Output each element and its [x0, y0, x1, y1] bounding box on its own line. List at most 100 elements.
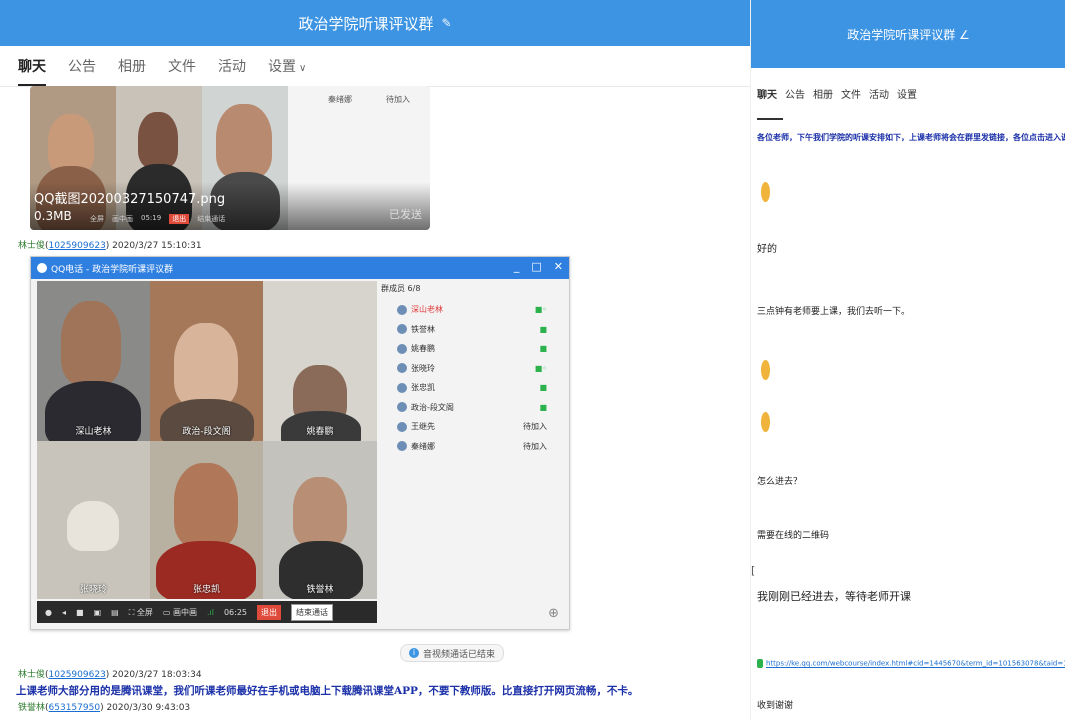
screenshot-image-message[interactable]: 秦绪娜 待加入 全屏 画中画 05:19 退出 结束通话 QQ截图2020032… — [30, 86, 430, 230]
exit-button[interactable]: 退出 — [257, 604, 282, 620]
member-name: 张晓玲 — [411, 363, 435, 373]
video-tile: 张晓玲 — [37, 441, 150, 599]
video-tile: 张忠凯 — [150, 441, 263, 599]
main-chat-panel: 政治学院听课评议群 ✎ 聊天 公告 相册 文件 活动 设置 ∨ 秦绪娜 待加入 全… — [0, 0, 750, 720]
tab-settings-label: 设置 — [268, 59, 296, 75]
secondary-tab-album[interactable]: 相册 — [813, 86, 833, 101]
member-name: 铁誉林 — [411, 324, 435, 334]
video-tile: 政治-段文阁 — [150, 281, 263, 441]
avatar — [397, 402, 407, 413]
sender-name[interactable]: 林士俊 — [18, 241, 45, 251]
minimize-icon[interactable]: _ — [514, 260, 520, 273]
tab-chat[interactable]: 聊天 — [18, 56, 46, 86]
video-on-icon: ■ — [539, 383, 547, 393]
tab-announcement[interactable]: 公告 — [68, 56, 96, 76]
secondary-link[interactable]: https://ke.qq.com/webcourse/index.html#c… — [757, 659, 1065, 668]
secondary-tab-files[interactable]: 文件 — [841, 86, 861, 101]
signal-icon: .ıl — [206, 607, 214, 617]
secondary-tab-underline — [757, 118, 783, 120]
secondary-tab-activity[interactable]: 活动 — [869, 86, 889, 101]
mini-timer: 05:19 — [141, 214, 162, 222]
sender-qq-link[interactable]: 653157950 — [49, 703, 101, 713]
member-row[interactable]: 深山老林 ■◦ — [381, 300, 561, 320]
video-tile: 姚春鹏 — [263, 281, 377, 441]
screen-share-icon[interactable]: ▣ — [94, 608, 102, 617]
call-timer: 06:25 — [223, 607, 248, 617]
sent-status: 已发送 — [389, 208, 422, 221]
side-member-name: 秦绪娜 — [328, 95, 352, 104]
video-on-icon: ■ — [539, 402, 547, 412]
speaker-icon[interactable]: ◂ — [62, 608, 66, 617]
emoji-icon — [761, 412, 770, 432]
pip-button[interactable]: ▭ 画中画 — [163, 607, 197, 618]
group-title-bar: 政治学院听课评议群 ✎ — [0, 0, 750, 46]
whiteboard-icon[interactable]: ▤ — [111, 608, 119, 617]
member-name: 政治-段文阁 — [411, 402, 454, 412]
emoji-icon — [761, 182, 770, 202]
video-tile-label: 政治-段文阁 — [182, 427, 231, 437]
member-row[interactable]: 秦绪娜 待加入 — [381, 437, 561, 457]
video-on-icon: ■ — [539, 324, 547, 334]
secondary-tab-announcement[interactable]: 公告 — [785, 86, 805, 101]
maximize-icon[interactable]: □ — [531, 260, 541, 273]
link-icon — [757, 659, 763, 668]
call-member-list: 群成员 6/8 深山老林 ■◦ 铁誉林 ■ 姚春鹏 ■ 张晓玲 ■◦ 张忠凯 ■ 政治-段… — [381, 283, 561, 456]
secondary-tab-settings[interactable]: 设置 — [897, 86, 917, 101]
message-meta-2: 林士俊(1025909623) 2020/3/27 18:03:34 — [18, 670, 202, 680]
side-member-status: 待加入 — [386, 95, 410, 104]
fullscreen-label: 全屏 — [136, 607, 153, 617]
end-call-button[interactable]: 结束通话 — [291, 603, 334, 621]
secondary-tabs: 聊天 公告 相册 文件 活动 设置 — [757, 86, 917, 101]
qq-call-window-image[interactable]: QQ电话 - 政治学院听课评议群 _ □ ✕ 深山老林 政治-段文阁 姚春鹏 张… — [30, 256, 570, 630]
member-row[interactable]: 王继先 待加入 — [381, 417, 561, 437]
member-row[interactable]: 张晓玲 ■◦ — [381, 359, 561, 379]
zoom-icon[interactable]: ⊕ — [548, 606, 559, 621]
secondary-title-bar: 政治学院听课评议群 ∠ — [751, 0, 1065, 68]
message-meta-1: 林士俊(1025909623) 2020/3/27 15:10:31 — [18, 241, 202, 251]
member-row[interactable]: 姚春鹏 ■ — [381, 339, 561, 359]
mini-call-toolbar: 全屏 画中画 05:19 退出 结束通话 — [90, 214, 225, 224]
group-title: 政治学院听课评议群 — [298, 14, 434, 33]
file-name: QQ截图20200327150747.png — [34, 192, 226, 207]
member-name: 姚春鹏 — [411, 344, 435, 354]
chevron-down-icon: ∨ — [299, 63, 307, 74]
camera-icon[interactable]: ■ — [76, 608, 84, 617]
group-tabs: 聊天 公告 相册 文件 活动 设置 ∨ — [0, 46, 750, 87]
sender-name[interactable]: 铁誉林 — [18, 703, 45, 713]
tab-album[interactable]: 相册 — [118, 56, 146, 76]
mini-exit: 退出 — [169, 214, 190, 224]
microphone-icon[interactable]: ● — [45, 608, 52, 617]
tab-settings[interactable]: 设置 ∨ — [268, 56, 306, 76]
message-time: 2020/3/30 9:43:03 — [106, 703, 191, 713]
video-tile: 深山老林 — [37, 281, 150, 441]
video-tile-label: 张忠凯 — [192, 585, 220, 595]
secondary-tab-chat[interactable]: 聊天 — [757, 86, 777, 101]
member-row[interactable]: 张忠凯 ■ — [381, 378, 561, 398]
left-bracket-icon: [ — [751, 564, 756, 577]
sender-qq-link[interactable]: 1025909623 — [49, 241, 106, 251]
tab-activity[interactable]: 活动 — [218, 56, 246, 76]
message-time: 2020/3/27 18:03:34 — [112, 670, 202, 680]
video-on-icon: ■◦ — [534, 305, 547, 315]
avatar — [397, 304, 407, 315]
edit-pen-icon[interactable]: ✎ — [441, 16, 451, 30]
tab-files[interactable]: 文件 — [168, 56, 196, 76]
member-name: 秦绪娜 — [411, 441, 435, 451]
close-icon[interactable]: ✕ — [554, 260, 563, 273]
member-status: 待加入 — [523, 422, 547, 432]
secondary-message-text: 好的 — [757, 244, 777, 255]
avatar — [397, 324, 407, 335]
member-row[interactable]: 政治-段文阁 ■ — [381, 398, 561, 418]
secondary-message-text: 我刚刚已经进去，等待老师开课 — [757, 590, 911, 603]
member-row[interactable]: 铁誉林 ■ — [381, 320, 561, 340]
fullscreen-button[interactable]: ⛶ 全屏 — [129, 607, 153, 618]
sender-qq-link[interactable]: 1025909623 — [49, 670, 106, 680]
video-tile-label: 铁誉林 — [306, 585, 334, 595]
member-name: 王继先 — [411, 422, 435, 432]
mini-pip: 画中画 — [112, 215, 133, 223]
avatar — [397, 441, 407, 452]
message-meta-3: 铁誉林(653157950) 2020/3/30 9:43:03 — [18, 703, 191, 713]
window-controls: _ □ ✕ — [514, 260, 563, 273]
sender-name[interactable]: 林士俊 — [18, 670, 45, 680]
video-tile: 铁誉林 — [263, 441, 377, 599]
